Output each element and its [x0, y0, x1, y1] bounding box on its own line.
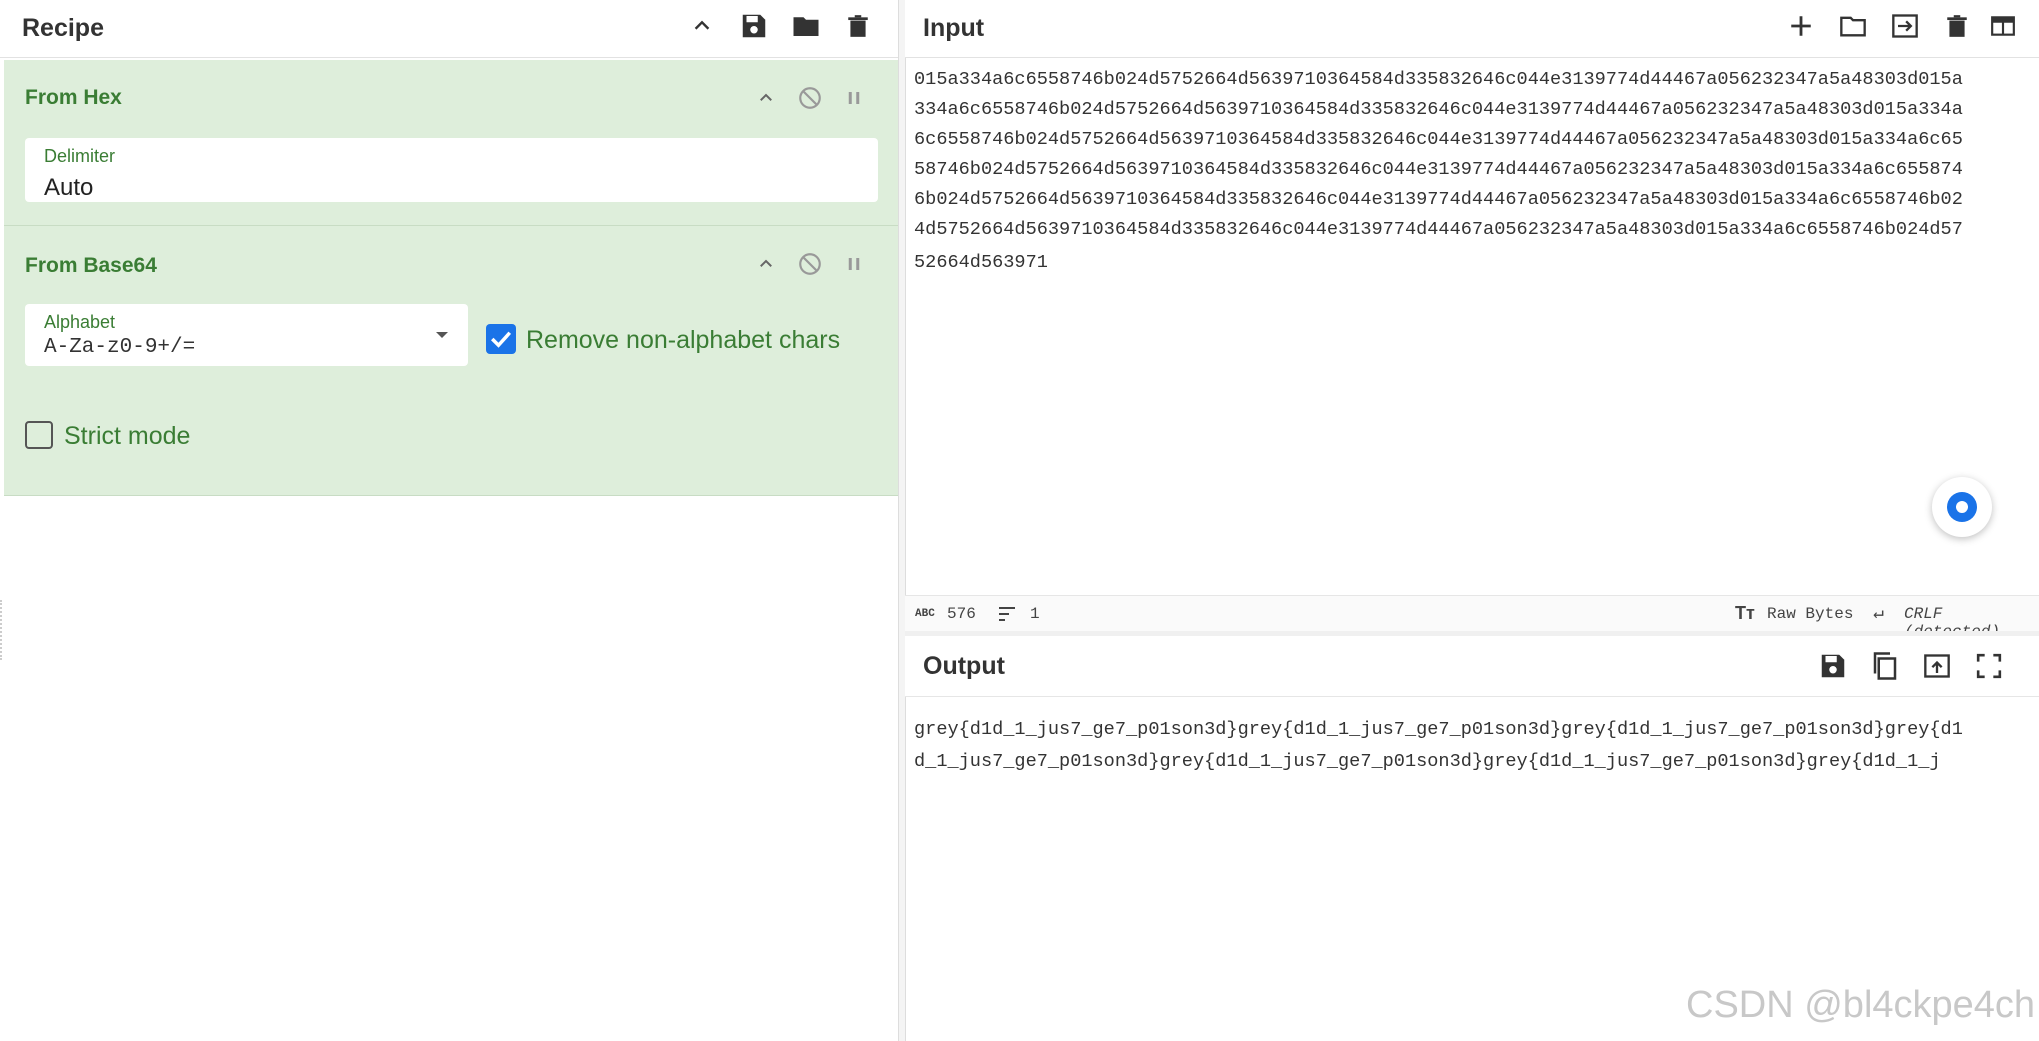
- chat-bubble-icon: [1947, 492, 1977, 522]
- remove-non-alphabet-label: Remove non-alphabet chars: [526, 326, 841, 354]
- strict-mode-label: Strict mode: [64, 422, 191, 450]
- checkmark-icon: [491, 331, 512, 348]
- alphabet-select[interactable]: Alphabet A-Za-z0-9+/=: [25, 304, 468, 366]
- eol-arrow-icon: ↵: [1873, 604, 1884, 624]
- load-recipe-folder-icon[interactable]: [780, 0, 832, 52]
- input-line: 4d5752664d5639710364584d335832646c044e31…: [914, 219, 1963, 240]
- replace-input-icon[interactable]: [1911, 640, 1963, 692]
- input-line: 6c6558746b024d5752664d5639710364584d3358…: [914, 129, 1963, 150]
- save-output-icon[interactable]: [1807, 640, 1859, 692]
- resize-handle[interactable]: [0, 600, 5, 660]
- input-line: 334a6c6558746b024d5752664d5639710364584d…: [914, 99, 1963, 120]
- chevron-up-icon[interactable]: [676, 0, 728, 52]
- text-encoding-icon[interactable]: Tт: [1735, 603, 1755, 624]
- maximise-output-icon[interactable]: [1963, 640, 2015, 692]
- open-folder-import-icon[interactable]: [1879, 0, 1931, 52]
- lines-icon: [999, 607, 1015, 621]
- save-recipe-icon[interactable]: [728, 0, 780, 52]
- reset-layout-icon[interactable]: [1983, 0, 2023, 52]
- clear-recipe-trash-icon[interactable]: [832, 0, 884, 52]
- input-length: 576: [947, 605, 976, 623]
- input-line: 52664d563971: [914, 252, 1048, 273]
- op-title: From Base64: [25, 254, 157, 277]
- abc-length-icon: ABC: [915, 608, 935, 620]
- open-file-folder-icon[interactable]: [1827, 0, 1879, 52]
- copy-output-icon[interactable]: [1859, 640, 1911, 692]
- watermark: CSDN @bl4ckpe4ch: [1686, 984, 2036, 1026]
- output-line: d_1_jus7_ge7_p01son3d}grey{d1d_1_jus7_ge…: [914, 751, 1941, 772]
- recipe-pane: Recipe From Hex Delimiter Auto From Base…: [0, 0, 899, 1041]
- alphabet-label: Alphabet: [44, 312, 116, 332]
- collapse-op-icon[interactable]: [744, 82, 788, 114]
- op-title: From Hex: [25, 86, 122, 109]
- disable-op-icon[interactable]: [788, 82, 832, 114]
- delimiter-label: Delimiter: [44, 146, 116, 166]
- delimiter-value: Auto: [44, 174, 94, 201]
- op-from-base64: From Base64 Alphabet A-Za-z0-9+/= Remove…: [4, 226, 898, 496]
- pause-op-icon[interactable]: [832, 82, 876, 114]
- input-title: Input: [923, 14, 985, 42]
- input-line: 6b024d5752664d5639710364584d335832646c04…: [914, 189, 1963, 210]
- output-title: Output: [923, 651, 1005, 680]
- chat-bubble-button[interactable]: [1932, 477, 1992, 537]
- strict-mode-checkbox[interactable]: [25, 421, 53, 449]
- io-pane: Input 015a334a6c6558746b024d5752664d5639…: [905, 0, 2039, 1041]
- collapse-op-icon[interactable]: [744, 248, 788, 280]
- op-from-hex: From Hex Delimiter Auto: [4, 60, 898, 226]
- recipe-title: Recipe: [22, 14, 104, 42]
- input-line: 58746b024d5752664d5639710364584d33583264…: [914, 159, 1963, 180]
- input-line-count: 1: [1030, 605, 1040, 623]
- remove-non-alphabet-checkbox[interactable]: [486, 324, 516, 354]
- alphabet-value: A-Za-z0-9+/=: [44, 336, 196, 359]
- delimiter-field[interactable]: Delimiter Auto: [25, 138, 878, 202]
- clear-input-trash-icon[interactable]: [1931, 0, 1983, 52]
- encoding-label[interactable]: Raw Bytes: [1767, 605, 1853, 623]
- output-line: grey{d1d_1_jus7_ge7_p01son3d}grey{d1d_1_…: [914, 719, 1963, 740]
- input-status-bar: ABC 576 1 Tт Raw Bytes ↵ CRLF (detected): [905, 595, 2039, 641]
- dropdown-arrow-icon: [436, 332, 448, 338]
- disable-op-icon[interactable]: [788, 248, 832, 280]
- add-tab-plus-icon[interactable]: [1775, 0, 1827, 52]
- input-line: 015a334a6c6558746b024d5752664d5639710364…: [914, 69, 1963, 90]
- pause-op-icon[interactable]: [832, 248, 876, 280]
